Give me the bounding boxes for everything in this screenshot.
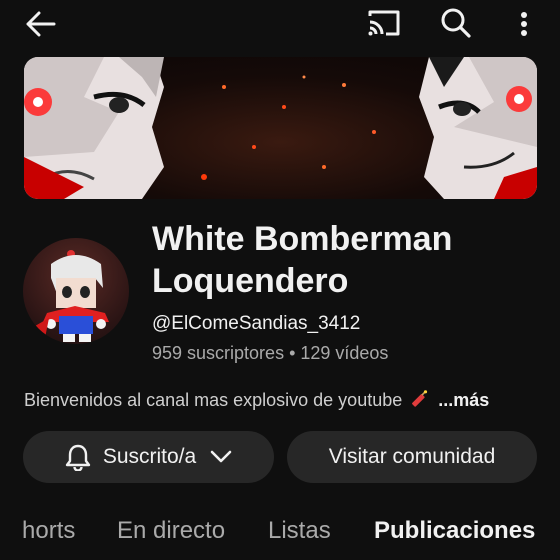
tab-shorts[interactable]: horts [22,512,75,550]
channel-stats: 959 suscriptores • 129 vídeos [152,343,389,363]
more-options-icon[interactable] [506,6,542,42]
subscribed-label: Suscrito/a [102,445,197,468]
chevron-down-icon [210,450,232,464]
dynamite-icon [408,390,428,410]
channel-name: White Bomberman Loquendero [152,218,552,302]
bell-icon [65,443,91,471]
more-link[interactable]: ...más [438,390,489,411]
channel-avatar[interactable] [23,238,129,344]
tab-playlists[interactable]: Listas [268,512,331,550]
top-app-bar [0,0,560,48]
channel-description[interactable]: Bienvenidos al canal mas explosivo de yo… [24,387,544,413]
channel-name-line1: White Bomberman [152,220,453,258]
tab-posts[interactable]: Publicaciones [374,512,535,550]
channel-tabs: horts En directo Listas Publicaciones [0,512,560,552]
description-text: Bienvenidos al canal mas explosivo de yo… [24,389,403,410]
visit-community-label: Visitar comunidad [328,445,496,468]
channel-banner[interactable] [24,57,537,199]
back-arrow-icon[interactable] [22,6,60,42]
channel-handle: @ElComeSandias_3412 [152,313,361,334]
cast-icon[interactable] [364,5,404,41]
channel-name-line2: Loquendero [152,262,349,300]
tab-live[interactable]: En directo [117,512,225,550]
search-icon[interactable] [436,4,476,42]
visit-community-button[interactable]: Visitar comunidad [287,431,537,483]
subscribed-button[interactable]: Suscrito/a [23,431,274,483]
